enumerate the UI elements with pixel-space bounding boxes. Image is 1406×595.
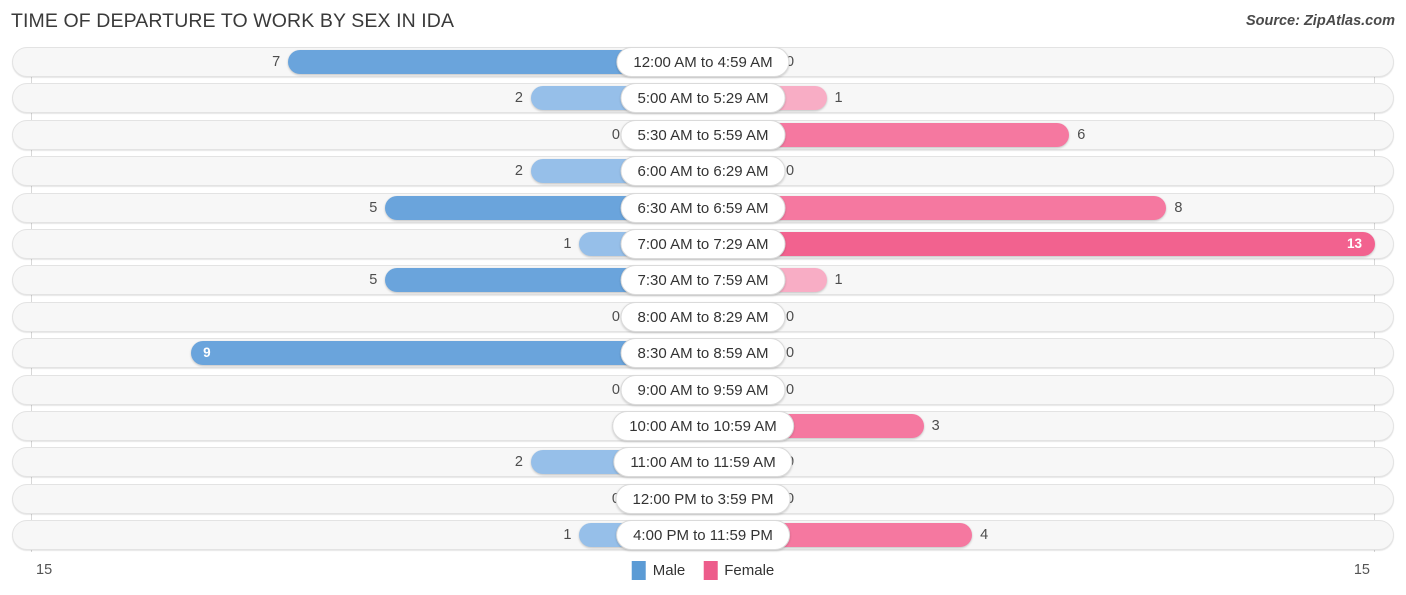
category-label: 12:00 AM to 4:59 AM <box>616 47 790 77</box>
category-label: 5:30 AM to 5:59 AM <box>620 119 786 150</box>
male-value-label: 1 <box>563 527 572 544</box>
bar-row: 0 0 8:00 AM to 8:29 AM <box>0 301 1406 332</box>
source-attribution: Source: ZipAtlas.com <box>1245 13 1395 29</box>
axis-max-right: 15 <box>1353 562 1370 578</box>
category-label: 6:00 AM to 6:29 AM <box>620 156 786 187</box>
male-value-label: 9 <box>203 345 211 361</box>
category-label: 12:00 PM to 3:59 PM <box>615 483 791 514</box>
female-value-label: 0 <box>786 381 795 398</box>
chart-page: TIME OF DEPARTURE TO WORK BY SEX IN IDA … <box>0 0 1406 595</box>
legend-item[interactable]: Male <box>631 561 686 580</box>
bar-row: 2 0 6:00 AM to 6:29 AM <box>0 156 1406 187</box>
bar-row: 0012:00 PM to 3:59 PM <box>0 483 1406 514</box>
female-value-label: 3 <box>931 417 940 434</box>
legend-label: Male <box>652 562 686 579</box>
bar-row: 0 6 5:30 AM to 5:59 AM <box>0 119 1406 150</box>
female-value-label: 4 <box>980 527 989 544</box>
category-label: 10:00 AM to 10:59 AM <box>612 410 794 441</box>
legend-swatch-icon <box>631 561 646 580</box>
bar-row: 5 1 7:30 AM to 7:59 AM <box>0 265 1406 296</box>
male-value-label: 2 <box>514 90 523 107</box>
female-value-label: 0 <box>786 308 795 325</box>
male-value-label: 0 <box>611 381 620 398</box>
bar-row: 2011:00 AM to 11:59 AM <box>0 447 1406 478</box>
male-value-label: 7 <box>272 54 281 70</box>
page-title: TIME OF DEPARTURE TO WORK BY SEX IN IDA <box>11 10 455 32</box>
plot-area: 7 0 12:00 AM to 4:59 AM 2 1 5:00 AM to 5:29 A… <box>0 47 1406 552</box>
category-label: 4:00 PM to 11:59 PM <box>616 520 790 551</box>
bar-row: 0 0 9:00 AM to 9:59 AM <box>0 374 1406 405</box>
male-value-label: 2 <box>514 454 523 471</box>
bar-rows: 7 0 12:00 AM to 4:59 AM 2 1 5:00 AM to 5:29 A… <box>0 47 1406 556</box>
female-value-label: 0 <box>786 345 795 362</box>
category-label: 6:30 AM to 6:59 AM <box>620 192 786 223</box>
category-label: 11:00 AM to 11:59 AM <box>613 447 793 478</box>
male-value-label: 0 <box>611 308 620 325</box>
chart-legend: Male Female <box>631 561 774 580</box>
female-value-label: 1 <box>834 90 843 107</box>
axis-max-left: 15 <box>36 562 53 578</box>
male-value-label: 2 <box>514 163 523 180</box>
female-value-label: 1 <box>834 272 843 289</box>
female-value-label: 8 <box>1174 199 1183 216</box>
female-value-label: 0 <box>786 163 795 180</box>
bar-row: 5 8 6:30 AM to 6:59 AM <box>0 192 1406 223</box>
male-value-label: 5 <box>369 199 378 216</box>
bar-row: 1 13 7:00 AM to 7:29 AM <box>0 228 1406 259</box>
female-bar[interactable] <box>703 231 1375 256</box>
category-label: 7:00 AM to 7:29 AM <box>620 228 786 259</box>
male-value-label: 1 <box>563 235 572 252</box>
chart-header: TIME OF DEPARTURE TO WORK BY SEX IN IDA … <box>0 0 1406 45</box>
legend-item[interactable]: Female <box>703 561 774 580</box>
female-value-label: 13 <box>1347 235 1363 251</box>
category-label: 8:00 AM to 8:29 AM <box>620 301 786 332</box>
bar-row: 2 1 5:00 AM to 5:29 AM <box>0 83 1406 114</box>
bar-row: 0310:00 AM to 10:59 AM <box>0 410 1406 441</box>
male-value-label: 5 <box>369 272 378 289</box>
bar-row: 7 0 12:00 AM to 4:59 AM <box>0 47 1406 77</box>
category-label: 9:00 AM to 9:59 AM <box>620 374 786 405</box>
legend-swatch-icon <box>703 561 718 580</box>
category-label: 5:00 AM to 5:29 AM <box>620 83 786 114</box>
legend-label: Female <box>724 562 775 579</box>
category-label: 7:30 AM to 7:59 AM <box>620 265 786 296</box>
male-value-label: 0 <box>611 126 620 143</box>
category-label: 8:30 AM to 8:59 AM <box>620 338 786 369</box>
bar-row: 9 0 8:30 AM to 8:59 AM <box>0 338 1406 369</box>
bar-row: 1 4 4:00 PM to 11:59 PM <box>0 520 1406 551</box>
female-value-label: 6 <box>1077 126 1086 143</box>
chart-footer: 15 15 Male Female <box>0 552 1406 595</box>
